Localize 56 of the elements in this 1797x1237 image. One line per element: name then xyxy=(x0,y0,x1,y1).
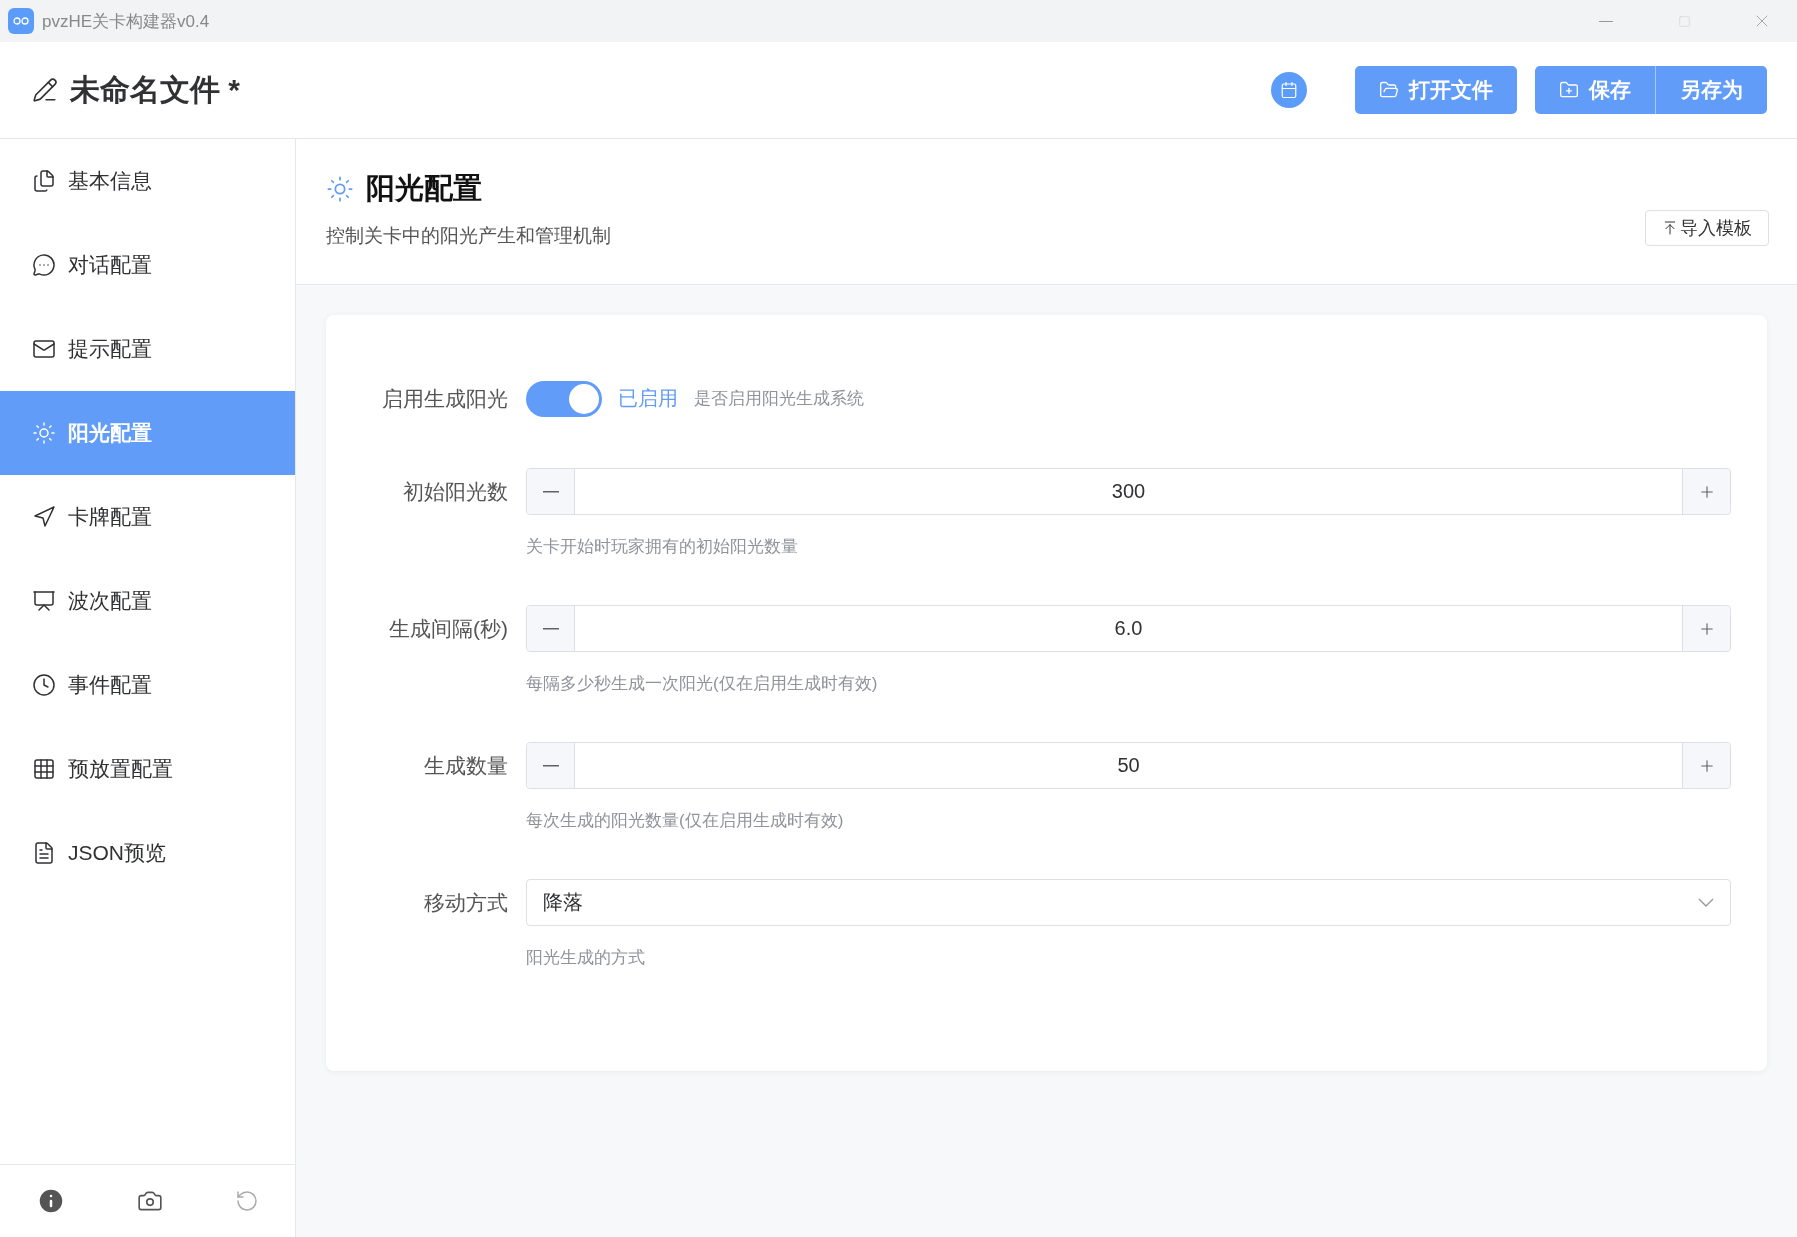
decrement-button[interactable] xyxy=(527,469,575,514)
field-label: 生成间隔(秒) xyxy=(388,616,508,642)
file-title: 未命名文件 * xyxy=(70,71,241,108)
menu-icon xyxy=(32,421,56,445)
field-label: 启用生成阳光 xyxy=(381,386,508,412)
page-description: 控制关卡中的阳光产生和管理机制 xyxy=(326,224,611,248)
minimize-icon xyxy=(1599,20,1613,22)
decrement-button[interactable] xyxy=(527,743,575,788)
reset-icon[interactable] xyxy=(235,1189,260,1213)
help-text: 阳光生成的方式 xyxy=(526,947,646,969)
menu-icon xyxy=(32,757,56,781)
menu-icon xyxy=(32,589,56,613)
window-title: pvzHE关卡构建器v0.4 xyxy=(42,10,211,33)
help-text: 每隔多少秒生成一次阳光(仅在启用生成时有效) xyxy=(526,673,879,695)
field-label: 移动方式 xyxy=(423,890,508,916)
app-icon xyxy=(8,8,34,34)
folder-icon xyxy=(1379,80,1399,100)
maximize-icon xyxy=(1677,14,1691,28)
minus-icon xyxy=(542,627,559,630)
page-title: 阳光配置 xyxy=(366,171,482,206)
help-text: 关卡开始时玩家拥有的初始阳光数量 xyxy=(526,536,799,558)
calendar-button[interactable] xyxy=(1271,72,1307,108)
calendar-icon xyxy=(1280,81,1298,99)
menu-icon xyxy=(32,841,56,865)
folder-plus-icon xyxy=(1559,80,1579,100)
pencil-icon xyxy=(32,77,58,103)
minus-icon xyxy=(542,490,559,493)
menu-icon xyxy=(32,337,56,361)
increment-button[interactable] xyxy=(1682,606,1730,651)
select-field[interactable]: 降落 xyxy=(526,879,1731,926)
sidebar-item[interactable]: 卡牌配置 xyxy=(0,475,295,559)
increment-button[interactable] xyxy=(1682,469,1730,514)
sidebar-item[interactable]: 基本信息 xyxy=(0,139,295,223)
sidebar-item[interactable]: JSON预览 xyxy=(0,811,295,895)
toggle-switch[interactable] xyxy=(526,380,602,417)
menu-icon xyxy=(32,253,56,277)
menu-icon xyxy=(32,505,56,529)
help-text: 是否启用阳光生成系统 xyxy=(694,388,864,410)
sidebar-item[interactable]: 事件配置 xyxy=(0,643,295,727)
minus-icon xyxy=(542,764,559,767)
upload-icon xyxy=(1662,220,1678,236)
chevron-icon xyxy=(1698,898,1714,907)
help-text: 每次生成的阳光数量(仅在启用生成时有效) xyxy=(526,810,845,832)
sidebar-item[interactable]: 对话配置 xyxy=(0,223,295,307)
increment-button[interactable] xyxy=(1682,743,1730,788)
sidebar-item[interactable]: 预放置配置 xyxy=(0,727,295,811)
menu-icon xyxy=(32,673,56,697)
field-label: 生成数量 xyxy=(423,753,508,779)
switch-state: 已启用 xyxy=(618,386,678,411)
sidebar-item[interactable]: 提示配置 xyxy=(0,307,295,391)
sidebar-item[interactable]: 波次配置 xyxy=(0,559,295,643)
import-template-button[interactable]: 导入模板 xyxy=(1645,210,1769,246)
decrement-button[interactable] xyxy=(527,606,575,651)
sun-icon xyxy=(326,175,354,203)
field-label: 初始阳光数 xyxy=(402,479,508,505)
menu-icon xyxy=(32,169,56,193)
